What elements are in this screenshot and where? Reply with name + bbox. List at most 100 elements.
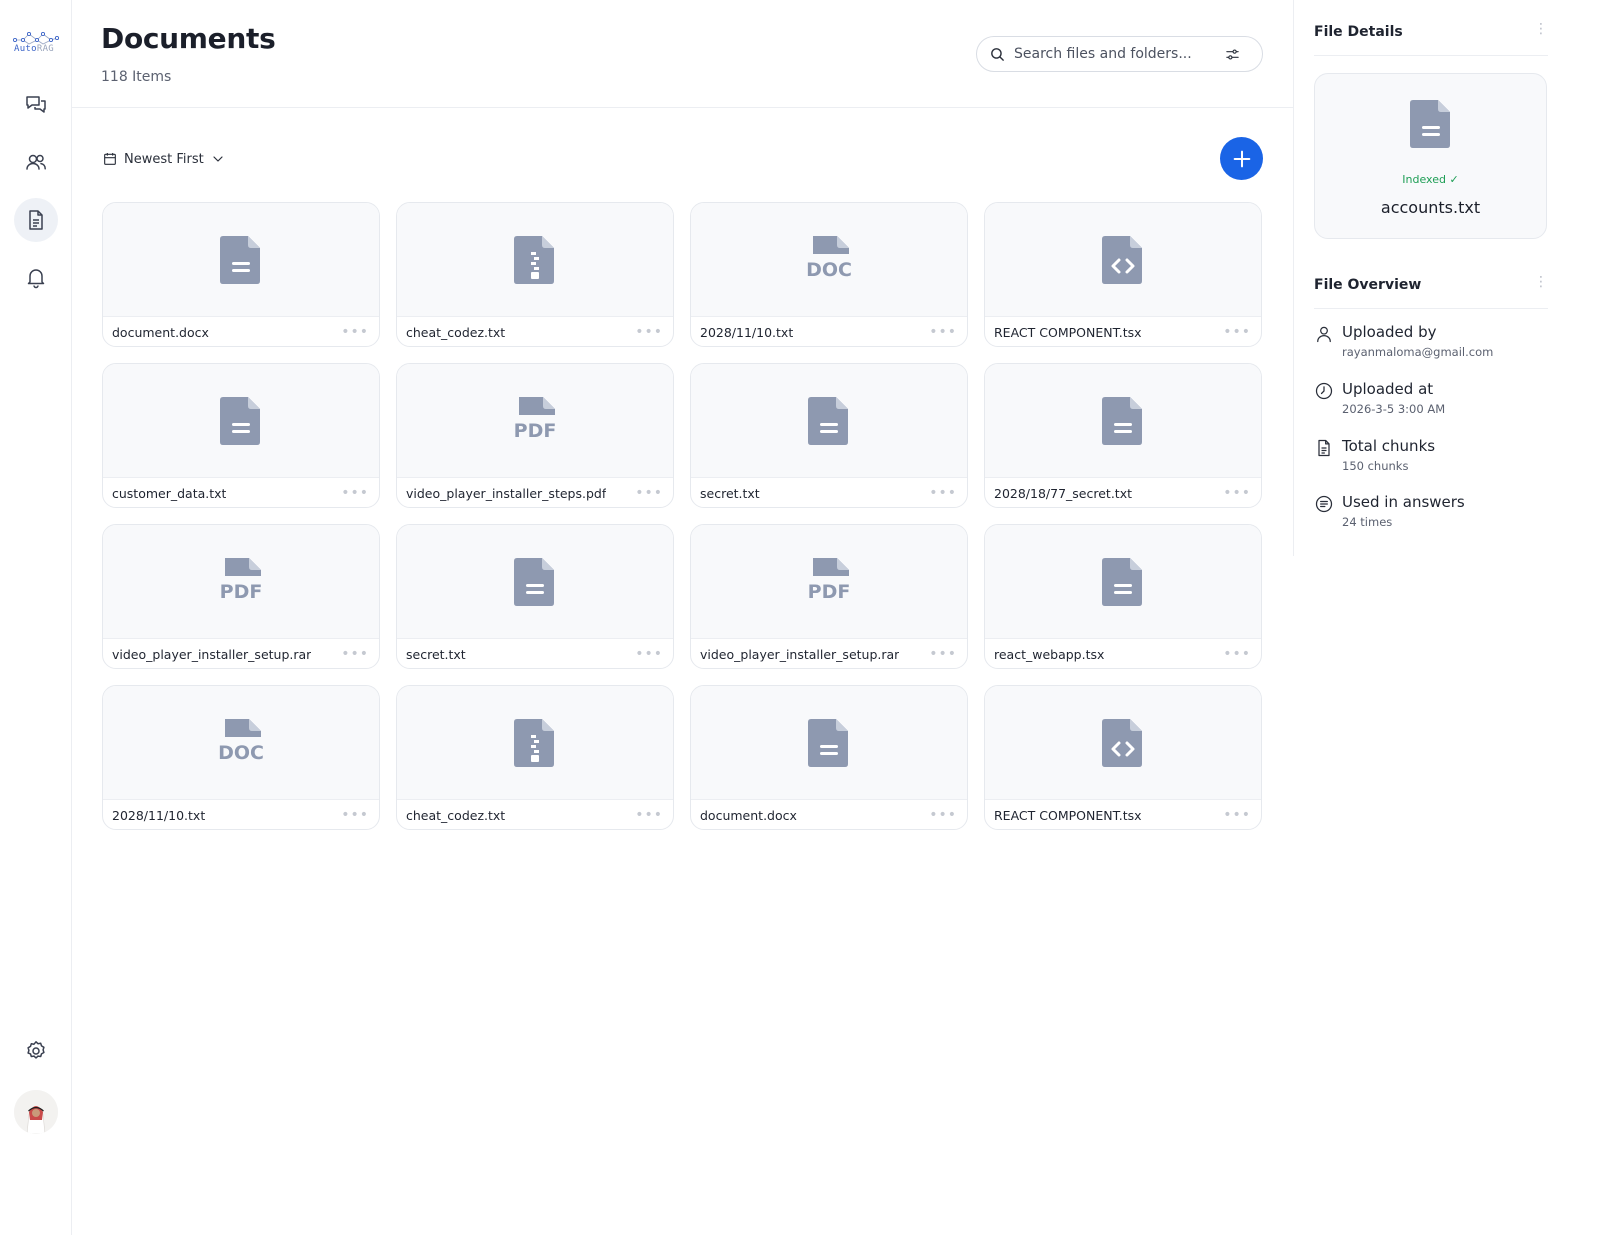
file-grid: document.docx ••• cheat_codez.txt ••• DOC 2… [102,202,1263,830]
kebab-menu-icon[interactable]: ⋮ [1534,274,1548,290]
file-card[interactable]: REACT COMPONENT.tsx ••• [984,685,1262,830]
overview-label: Total chunks [1342,437,1436,455]
file-thumbnail [985,686,1261,800]
code-file-icon [1102,235,1142,284]
file-card[interactable]: react_webapp.tsx ••• [984,524,1262,669]
file-card[interactable]: secret.txt ••• [396,524,674,669]
file-card[interactable]: DOC 2028/11/10.txt ••• [102,685,380,830]
chevron-down-icon [213,156,223,162]
list-circle-icon [1315,495,1333,513]
add-file-button[interactable] [1220,137,1263,180]
more-options-icon[interactable]: ••• [929,808,957,822]
file-card-footer: cheat_codez.txt ••• [397,317,673,346]
search-input[interactable] [1014,46,1224,62]
pdf-file-icon: PDF [514,396,557,442]
user-icon [1317,326,1331,343]
document-icon [29,210,43,230]
file-name: secret.txt [700,485,760,501]
file-name: document.docx [700,807,797,823]
file-card[interactable]: customer_data.txt ••• [102,363,380,508]
overview-value: 150 chunks [1342,459,1409,473]
svg-text:PDF: PDF [220,581,263,603]
file-name: secret.txt [406,646,466,662]
file-card[interactable]: document.docx ••• [690,685,968,830]
pdf-file-icon: PDF [808,557,850,603]
more-options-icon[interactable]: ••• [341,808,369,822]
file-name: react_webapp.tsx [994,646,1105,662]
nav-documents[interactable] [14,198,58,242]
more-options-icon[interactable]: ••• [341,325,369,339]
user-avatar[interactable] [14,1090,58,1134]
file-card[interactable]: REACT COMPONENT.tsx ••• [984,202,1262,347]
file-name: REACT COMPONENT.tsx [994,807,1142,823]
sort-dropdown[interactable]: Newest First [102,148,226,170]
file-overview-title: File Overview [1314,277,1422,293]
nav-users[interactable] [14,140,58,184]
svg-text:PDF: PDF [514,420,557,442]
nav-settings[interactable] [14,1029,58,1073]
file-thumbnail [691,364,967,478]
more-options-icon[interactable]: ••• [635,647,663,661]
text-file-icon [1410,100,1450,148]
file-card[interactable]: PDF video_player_installer_setup.rar ••• [690,524,968,669]
more-options-icon[interactable]: ••• [929,325,957,339]
file-name: video_player_installer_setup.rar [112,646,312,662]
more-options-icon[interactable]: ••• [929,647,957,661]
more-options-icon[interactable]: ••• [635,325,663,339]
more-options-icon[interactable]: ••• [635,486,663,500]
item-count: 118 Items [101,69,172,85]
file-name: customer_data.txt [112,485,227,501]
file-card[interactable]: cheat_codez.txt ••• [396,685,674,830]
file-card[interactable]: DOC 2028/11/10.txt ••• [690,202,968,347]
file-details-title: File Details [1314,24,1403,40]
more-options-icon[interactable]: ••• [341,647,369,661]
sort-label: Newest First [124,151,204,167]
overview-value: 2026-3-5 3:00 AM [1342,402,1446,416]
filter-sliders-icon[interactable] [1224,46,1241,63]
file-card[interactable]: secret.txt ••• [690,363,968,508]
file-card-footer: cheat_codez.txt ••• [397,800,673,829]
users-icon [26,154,46,170]
file-card[interactable]: 2028/18/77_secret.txt ••• [984,363,1262,508]
more-options-icon[interactable]: ••• [1223,808,1251,822]
doc-file-icon: DOC [806,235,852,281]
more-options-icon[interactable]: ••• [1223,647,1251,661]
file-card-footer: customer_data.txt ••• [103,478,379,507]
file-card[interactable]: PDF video_player_installer_setup.rar ••• [102,524,380,669]
file-thumbnail [985,203,1261,317]
overview-label: Used in answers [1342,493,1465,511]
file-card[interactable]: cheat_codez.txt ••• [396,202,674,347]
kebab-menu-icon[interactable]: ⋮ [1534,21,1548,37]
more-options-icon[interactable]: ••• [929,486,957,500]
file-card[interactable]: document.docx ••• [102,202,380,347]
text-file-icon [220,396,260,445]
more-options-icon[interactable]: ••• [1223,325,1251,339]
more-options-icon[interactable]: ••• [341,486,369,500]
logo-word-primary: Auto [14,44,37,54]
file-thumbnail [691,686,967,800]
file-thumbnail: DOC [103,686,379,800]
text-file-icon [808,396,848,445]
archive-file-icon [514,235,554,284]
file-thumbnail: PDF [397,364,673,478]
divider [1314,308,1548,309]
text-file-icon [808,718,848,767]
overview-used-in-answers: Used in answers 24 times [1314,493,1544,537]
file-thumbnail [985,364,1261,478]
svg-text:DOC: DOC [806,259,852,281]
file-card-footer: 2028/11/10.txt ••• [691,317,967,346]
file-name: 2028/18/77_secret.txt [994,485,1133,501]
nav-chats[interactable] [14,83,58,127]
archive-file-icon [514,718,554,767]
more-options-icon[interactable]: ••• [635,808,663,822]
document-icon [1318,439,1330,457]
file-details-panel: File Details ⋮ Indexed ✓ accounts.txt Fi… [1293,0,1600,556]
search-bar[interactable] [976,36,1263,72]
nav-notifications[interactable] [14,255,58,299]
file-card[interactable]: PDF video_player_installer_steps.pdf ••• [396,363,674,508]
file-card-footer: REACT COMPONENT.tsx ••• [985,317,1261,346]
page-header: Documents 118 Items [72,0,1293,108]
more-options-icon[interactable]: ••• [1223,486,1251,500]
file-card-footer: REACT COMPONENT.tsx ••• [985,800,1261,829]
file-thumbnail [985,525,1261,639]
